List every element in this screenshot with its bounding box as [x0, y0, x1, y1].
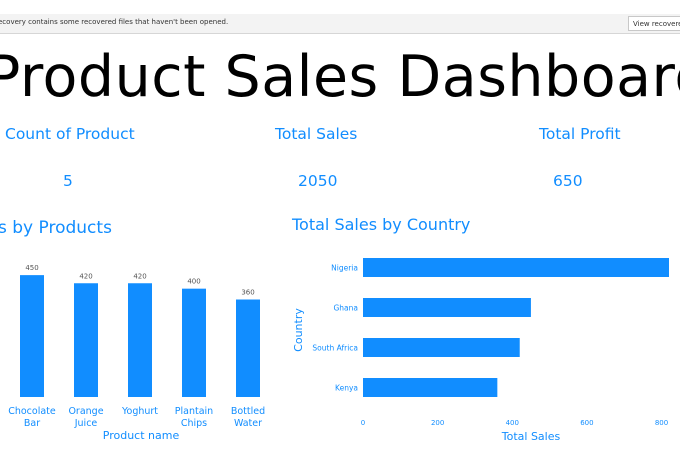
country-category-label: Ghana [333, 304, 358, 313]
country-bar[interactable] [363, 338, 520, 357]
country-x-axis-label: Total Sales [501, 430, 561, 443]
country-x-tick-label: 200 [431, 419, 444, 427]
kpi-count-value: 5 [63, 172, 73, 190]
products-chart-title: s by Products [0, 218, 112, 238]
recovery-message: ecovery contains some recovered files th… [0, 18, 229, 26]
country-bar[interactable] [363, 258, 669, 277]
country-x-tick-label: 800 [655, 419, 668, 427]
country-x-tick-label: 600 [580, 419, 593, 427]
country-bar-chart: Nigeria Ghana South Africa Kenya 0 200 400 600… [292, 258, 669, 443]
kpi-count-label: Count of Product [5, 125, 135, 143]
product-category-label: Chips [181, 418, 207, 429]
view-recovered-files-button[interactable]: View recovered files [628, 16, 680, 31]
product-bar-value-label: 400 [187, 278, 200, 286]
product-bar-value-label: 420 [133, 272, 146, 280]
product-category-label: Bottled [231, 406, 265, 417]
kpi-total-profit-value: 650 [553, 172, 583, 190]
country-category-label: Nigeria [331, 264, 358, 273]
product-category-label: Plantain [175, 406, 213, 417]
product-bar[interactable] [182, 288, 206, 397]
recovery-notification-bar: ecovery contains some recovered files th… [0, 14, 680, 34]
country-bar[interactable] [363, 378, 498, 397]
product-bar[interactable] [20, 275, 44, 397]
product-bar-value-label: 420 [79, 272, 92, 280]
kpi-total-sales-value: 2050 [298, 172, 338, 190]
product-bar-value-label: 360 [241, 289, 254, 297]
product-category-label: Juice [74, 418, 98, 429]
product-bar-value-label: 450 [25, 264, 38, 272]
country-bar[interactable] [363, 298, 531, 317]
country-y-axis-label: Country [292, 308, 305, 352]
kpi-total-profit-label: Total Profit [539, 125, 621, 143]
product-category-label: Chocolate [8, 406, 56, 417]
country-x-tick-label: 0 [361, 419, 365, 427]
country-chart-title: Total Sales by Country [292, 215, 471, 234]
product-category-label: Bar [24, 418, 40, 429]
products-x-axis-label: Product name [103, 429, 180, 442]
product-bar[interactable] [236, 299, 260, 398]
product-category-label: Water [234, 418, 262, 429]
country-x-tick-label: 400 [506, 419, 519, 427]
country-category-label: Kenya [335, 384, 358, 393]
product-category-label: Orange [68, 406, 103, 417]
product-category-label: Yoghurt [121, 406, 158, 417]
products-bar-chart: 450 ChocolateBar 420 OrangeJuice 420 Yoghurt 4… [8, 264, 265, 442]
dashboard-title: Product Sales Dashboard [0, 44, 680, 110]
product-bar[interactable] [74, 283, 98, 397]
country-category-label: South Africa [312, 344, 358, 353]
kpi-total-sales-label: Total Sales [275, 125, 358, 143]
product-bar[interactable] [128, 283, 152, 397]
